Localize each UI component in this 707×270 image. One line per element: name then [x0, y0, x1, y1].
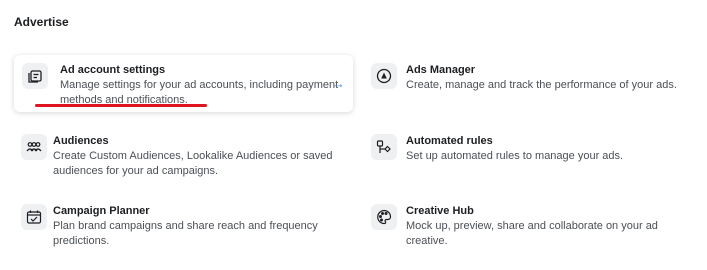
annotation-underline — [35, 104, 207, 107]
campaign-planner-icon — [21, 204, 47, 230]
item-description-line1: Manage settings for your ad accounts, in… — [60, 79, 339, 91]
menu-item-audiences[interactable]: Audiences Create Custom Audiences, Looka… — [21, 134, 351, 177]
arrow-right-icon[interactable]: → — [332, 77, 345, 90]
menu-item-ads-manager[interactable]: Ads Manager Create, manage and track the… — [371, 63, 691, 97]
item-title: Creative Hub — [406, 205, 474, 217]
automated-rules-icon — [371, 134, 397, 160]
item-description-line1: Set up automated rules to manage your ad… — [406, 150, 624, 162]
item-description-line2: predictions. — [53, 235, 110, 247]
section-title: Advertise — [14, 15, 69, 29]
item-title: Automated rules — [406, 135, 493, 147]
item-description-line1: Plan brand campaigns and share reach and… — [53, 220, 318, 232]
item-description-line2: creative. — [406, 235, 448, 247]
creative-hub-icon — [371, 204, 397, 230]
item-title: Campaign Planner — [53, 205, 150, 217]
menu-item-automated-rules[interactable]: Automated rules Set up automated rules t… — [371, 134, 691, 168]
item-description-line1: Mock up, preview, share and collaborate … — [406, 220, 658, 232]
item-title: Audiences — [53, 135, 109, 147]
item-title: Ad account settings — [60, 64, 166, 76]
item-title: Ads Manager — [406, 64, 476, 76]
menu-item-campaign-planner[interactable]: Campaign Planner Plan brand campaigns an… — [21, 204, 351, 247]
item-description-line2: audiences for your ad campaigns. — [53, 165, 219, 177]
item-description-line1: Create, manage and track the performance… — [406, 79, 677, 91]
menu-item-creative-hub[interactable]: Creative Hub Mock up, preview, share and… — [371, 204, 691, 247]
item-description-line1: Create Custom Audiences, Lookalike Audie… — [53, 150, 333, 162]
ads-manager-icon — [371, 63, 397, 89]
ad-account-settings-icon — [22, 63, 48, 89]
audiences-icon — [21, 134, 47, 160]
